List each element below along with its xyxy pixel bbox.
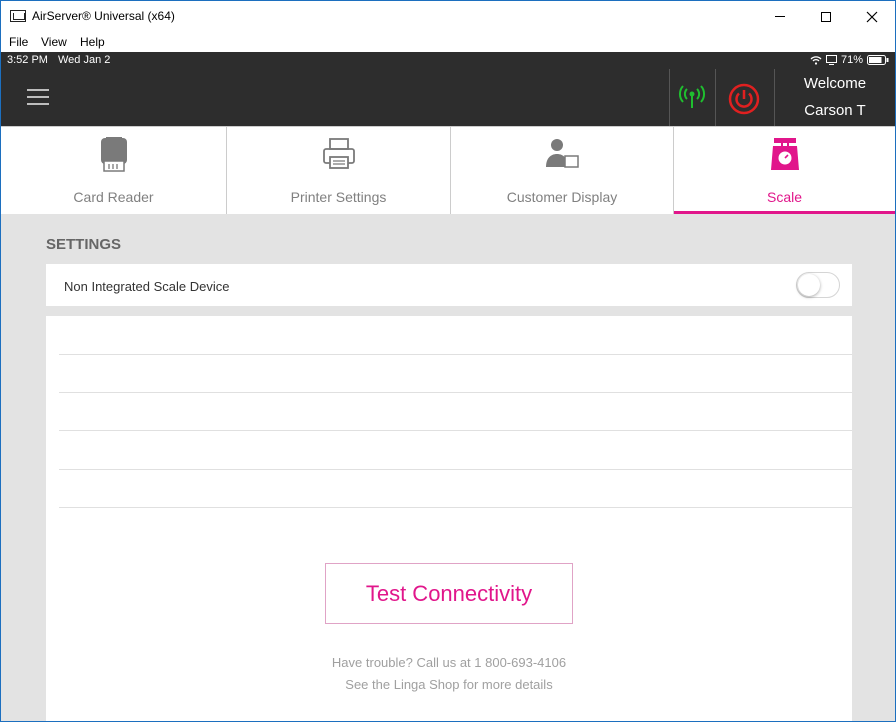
help-phone-text: Have trouble? Call us at 1 800-693-4106 [331,655,567,670]
test-connectivity-button[interactable]: Test Connectivity [325,563,573,624]
user-welcome[interactable]: Welcome Carson T [775,69,895,126]
screen-mirror-icon [825,55,837,65]
tab-label: Customer Display [506,189,618,205]
status-date: Wed Jan 2 [58,54,111,66]
header-divider [669,69,670,126]
close-icon [866,11,878,22]
non-integrated-scale-label: Non Integrated Scale Device [64,279,230,294]
settings-tabs: Card Reader Printer Settings Customer Di… [1,126,895,215]
close-button[interactable] [849,1,895,32]
battery-percent: 71% [840,54,863,66]
tab-label: Card Reader [73,189,154,205]
maximize-button[interactable] [803,1,849,32]
tab-card-reader[interactable]: Card Reader [1,127,227,215]
status-right: 71% [810,54,889,66]
menu-file[interactable]: File [9,35,28,49]
minimize-icon [775,16,785,17]
maximize-icon [821,11,831,22]
non-integrated-scale-toggle[interactable] [796,272,840,298]
help-shop-text[interactable]: See the Linga Shop for more details [46,677,852,692]
window-title: AirServer® Universal (x64) [32,9,175,23]
power-icon[interactable] [728,83,760,120]
tab-customer-display[interactable]: Customer Display [451,127,674,215]
wifi-icon [810,56,822,65]
app-window: AirServer® Universal (x64) File View Hel… [0,0,896,722]
tab-label: Printer Settings [290,189,387,205]
user-name: Carson T [804,102,866,119]
tab-scale[interactable]: Scale [674,127,895,215]
list-divider [59,430,852,431]
toggle-knob [798,274,820,296]
connection-signal-icon[interactable] [678,84,706,115]
list-divider [59,507,852,508]
header-divider [715,69,716,126]
list-divider [59,469,852,470]
list-divider [59,392,852,393]
title-bar[interactable]: AirServer® Universal (x64) [1,1,895,32]
airserver-icon [10,10,26,22]
tab-printer-settings[interactable]: Printer Settings [227,127,451,215]
app-header: Welcome Carson T [1,69,895,126]
welcome-label: Welcome [803,75,867,92]
list-divider [59,354,852,355]
scale-device-panel: Test Connectivity Have trouble? Call us … [46,316,852,721]
scale-settings-content: SETTINGS Non Integrated Scale Device Tes… [1,214,895,721]
menu-hamburger-icon[interactable] [27,88,49,106]
tab-label: Scale [766,189,803,205]
card-reader-icon [100,137,128,178]
status-time: 3:52 PM [7,54,48,66]
customer-display-icon [545,137,579,176]
scale-icon [770,137,800,178]
printer-icon [322,137,356,176]
battery-icon [867,55,889,65]
minimize-button[interactable] [757,1,803,32]
menu-view[interactable]: View [41,35,67,49]
device-status-bar: 3:52 PM Wed Jan 2 71% [1,52,895,69]
menu-bar: File View Help [1,32,895,52]
settings-heading: SETTINGS [46,236,122,253]
non-integrated-scale-row: Non Integrated Scale Device [46,264,852,306]
menu-help[interactable]: Help [80,35,105,49]
